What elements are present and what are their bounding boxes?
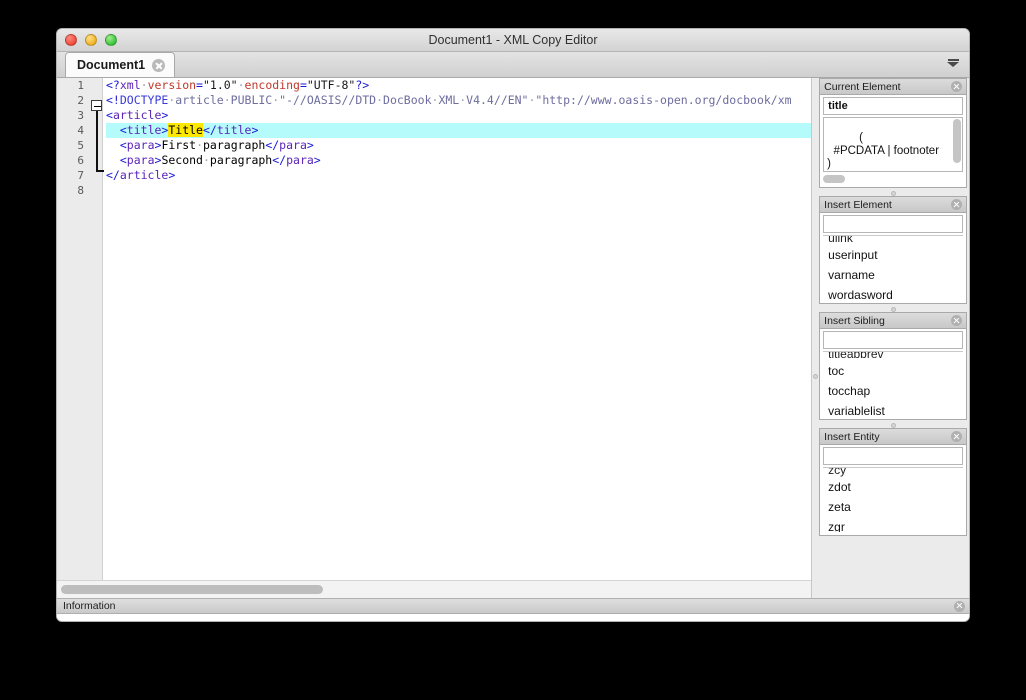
information-panel: Information Document1 is valid xyxy=(57,598,969,622)
code-editor[interactable]: 1 2 3 4 5 6 7 8 <?xml·version="1.0"·enco xyxy=(57,78,811,580)
list-item[interactable]: userinput xyxy=(823,245,963,265)
close-icon[interactable] xyxy=(951,315,962,326)
code-line-4: <title>Title</title> xyxy=(106,123,811,138)
panel-insert-element: Insert Element ulink userinput varname w… xyxy=(819,196,967,304)
window-titlebar: Document1 - XML Copy Editor xyxy=(57,29,969,52)
list-item[interactable]: toc xyxy=(823,361,963,381)
insert-entity-list[interactable]: zcy zdot zeta zgr xyxy=(823,467,963,532)
panel-title: Insert Sibling xyxy=(824,315,951,327)
list-item[interactable]: zcy xyxy=(823,468,963,477)
fold-collapse-icon[interactable] xyxy=(91,100,102,111)
insert-entity-filter-input[interactable] xyxy=(823,447,963,465)
splitter-grip[interactable] xyxy=(813,374,818,379)
code-text-area[interactable]: <?xml·version="1.0"·encoding="UTF-8"?> <… xyxy=(103,78,811,580)
list-item[interactable]: tocchap xyxy=(823,381,963,401)
panel-title: Insert Element xyxy=(824,199,951,211)
fold-guide-line xyxy=(96,111,98,171)
panel-header: Insert Entity xyxy=(820,429,966,445)
close-icon[interactable] xyxy=(951,81,962,92)
scrollbar-thumb[interactable] xyxy=(61,585,323,594)
panel-title: Insert Entity xyxy=(824,431,951,443)
panel-insert-sibling: Insert Sibling titleabbrev toc tocchap v… xyxy=(819,312,967,420)
content-model-box[interactable]: ( #PCDATA | footnoter ) * xyxy=(823,117,963,172)
tab-label: Document1 xyxy=(77,58,145,72)
list-item[interactable]: zdot xyxy=(823,477,963,497)
window-title: Document1 - XML Copy Editor xyxy=(57,33,969,47)
editor-pane: 1 2 3 4 5 6 7 8 <?xml·version="1.0"·enco xyxy=(57,78,812,598)
selected-text: Title xyxy=(168,123,203,137)
close-icon[interactable] xyxy=(954,601,965,612)
close-icon[interactable] xyxy=(951,431,962,442)
fold-column xyxy=(90,78,104,580)
list-item[interactable]: wordasword xyxy=(823,285,963,300)
code-line-3: <article> xyxy=(106,108,811,123)
main-body: 1 2 3 4 5 6 7 8 <?xml·version="1.0"·enco xyxy=(57,78,969,598)
panel-header: Insert Element xyxy=(820,197,966,213)
insert-element-list[interactable]: ulink userinput varname wordasword xyxy=(823,235,963,300)
content-model-text: ( #PCDATA | footnoter ) * xyxy=(827,132,939,172)
line-number-gutter: 1 2 3 4 5 6 7 8 xyxy=(57,78,103,580)
close-icon[interactable] xyxy=(951,199,962,210)
panel-current-element: Current Element title ( #PCDATA | footno… xyxy=(819,78,967,188)
list-item[interactable]: titleabbrev xyxy=(823,352,963,361)
panel-title: Information xyxy=(63,600,954,612)
window-controls xyxy=(65,34,117,46)
tab-list-chevron-down-icon[interactable] xyxy=(947,59,959,71)
panel-title: Current Element xyxy=(824,81,951,93)
editor-horizontal-scrollbar[interactable] xyxy=(57,580,811,598)
list-item[interactable]: zeta xyxy=(823,497,963,517)
insert-sibling-list[interactable]: titleabbrev toc tocchap variablelist xyxy=(823,351,963,416)
code-line-2: <!DOCTYPE·article·PUBLIC·"-//OASIS//DTD·… xyxy=(106,93,811,108)
tab-bar: Document1 xyxy=(57,52,969,78)
list-item[interactable]: varname xyxy=(823,265,963,285)
pane-splitter[interactable] xyxy=(812,78,819,598)
code-line-8 xyxy=(106,183,811,198)
code-line-7: </article> xyxy=(106,168,811,183)
tab-close-icon[interactable] xyxy=(152,59,165,72)
code-line-6: <para>Second·paragraph</para> xyxy=(106,153,811,168)
app-window: Document1 - XML Copy Editor Document1 1 … xyxy=(56,28,970,622)
content-model-horizontal-scrollbar[interactable] xyxy=(823,173,963,184)
minimize-window-button[interactable] xyxy=(85,34,97,46)
panel-header: Insert Sibling xyxy=(820,313,966,329)
current-element-value[interactable]: title xyxy=(823,97,963,115)
content-model-vertical-scrollbar[interactable] xyxy=(953,119,961,163)
list-item[interactable]: variablelist xyxy=(823,401,963,416)
list-item[interactable]: ulink xyxy=(823,236,963,245)
scrollbar-thumb[interactable] xyxy=(823,175,845,183)
insert-element-filter-input[interactable] xyxy=(823,215,963,233)
list-item[interactable]: zgr xyxy=(823,517,963,532)
panel-insert-entity: Insert Entity zcy zdot zeta zgr xyxy=(819,428,967,536)
information-header: Information xyxy=(57,599,969,614)
insert-sibling-filter-input[interactable] xyxy=(823,331,963,349)
zoom-window-button[interactable] xyxy=(105,34,117,46)
code-line-1: <?xml·version="1.0"·encoding="UTF-8"?> xyxy=(106,78,811,93)
panel-header: Current Element xyxy=(820,79,966,95)
right-dock: Current Element title ( #PCDATA | footno… xyxy=(819,78,969,598)
code-line-5: <para>First·paragraph</para> xyxy=(106,138,811,153)
close-window-button[interactable] xyxy=(65,34,77,46)
information-body: Document1 is valid xyxy=(57,614,969,622)
tab-document1[interactable]: Document1 xyxy=(65,52,175,77)
